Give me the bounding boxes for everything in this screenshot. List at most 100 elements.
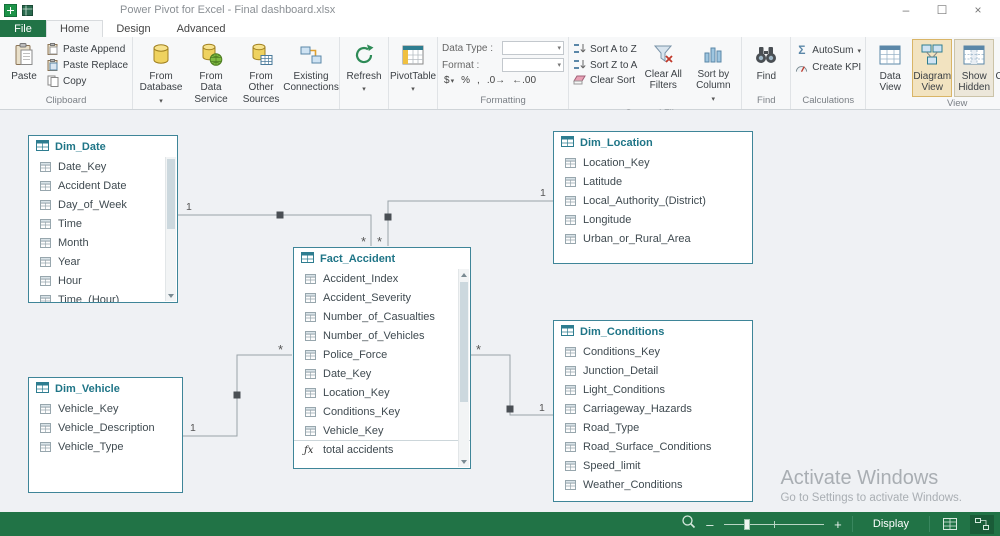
field-row[interactable]: Junction_Detail [554, 361, 752, 380]
field-row[interactable]: Location_Key [554, 153, 752, 172]
sort-a-to-z-button[interactable]: Sort A to Z [573, 43, 637, 55]
table-header[interactable]: Dim_Vehicle [29, 378, 182, 399]
field-row[interactable]: Day_of_Week [29, 195, 177, 214]
paste-replace-button[interactable]: Paste Replace [46, 59, 128, 71]
percent-format-button[interactable]: % [461, 75, 470, 86]
field-row[interactable]: Road_Type [554, 418, 752, 437]
pivottable-button[interactable]: PivotTable [390, 39, 436, 98]
zoom-slider[interactable] [723, 517, 824, 531]
vertical-scrollbar[interactable] [458, 269, 469, 467]
thousands-separator-button[interactable]: , [477, 75, 480, 86]
refresh-button[interactable]: Refresh [344, 39, 384, 98]
field-row[interactable]: Conditions_Key [554, 342, 752, 361]
table-header[interactable]: Dim_Location [554, 132, 752, 153]
increase-decimal-button[interactable]: ←.00 [512, 75, 536, 86]
scroll-up-button[interactable] [459, 269, 469, 280]
format-dropdown[interactable] [502, 58, 565, 72]
sort-z-to-a-button[interactable]: Sort Z to A [573, 59, 637, 71]
tab-advanced[interactable]: Advanced [164, 20, 239, 37]
table-dim-location[interactable]: Dim_Location Location_Key Latitude Local_A… [553, 131, 753, 264]
field-row[interactable]: Vehicle_Type [29, 437, 182, 456]
field-row[interactable]: Hour [29, 271, 177, 290]
vertical-scrollbar[interactable] [165, 157, 176, 301]
find-button[interactable]: Find [746, 39, 786, 85]
scroll-down-button[interactable] [459, 456, 469, 467]
table-dim-vehicle[interactable]: Dim_Vehicle Vehicle_Key Vehicle_Descripti… [28, 377, 183, 493]
autosum-button[interactable]: Σ AutoSum [795, 43, 861, 57]
field-row[interactable]: Time_(Hour) [29, 290, 177, 302]
table-header[interactable]: Dim_Conditions [554, 321, 752, 342]
field-row[interactable]: Accident_Index [294, 269, 470, 288]
field-row[interactable]: Light_Conditions [554, 380, 752, 399]
from-database-button[interactable]: From Database [137, 39, 185, 109]
from-other-sources-button[interactable]: From Other Sources [237, 39, 285, 108]
maximize-button[interactable]: ☐ [924, 3, 960, 17]
currency-format-button[interactable]: $ [444, 75, 454, 86]
field-row[interactable]: Accident Date [29, 176, 177, 195]
tab-home[interactable]: Home [46, 20, 104, 37]
calculation-area-button[interactable]: Calculation Area [995, 39, 1000, 97]
table-header[interactable]: Dim_Date [29, 136, 177, 157]
copy-button[interactable]: Copy [46, 75, 128, 87]
field-row[interactable]: Vehicle_Key [294, 421, 470, 440]
field-row[interactable]: Number_of_Vehicles [294, 326, 470, 345]
relationship-node[interactable] [233, 391, 241, 399]
create-kpi-button[interactable]: Create KPI [795, 61, 861, 73]
tab-file[interactable]: File [0, 20, 46, 37]
field-row[interactable]: Urban_or_Rural_Area [554, 229, 752, 248]
scroll-down-button[interactable] [166, 290, 176, 301]
field-row[interactable]: Location_Key [294, 383, 470, 402]
zoom-out-button[interactable]: – [704, 517, 716, 532]
field-row[interactable]: Longitude [554, 210, 752, 229]
field-row[interactable]: Accident_Severity [294, 288, 470, 307]
close-button[interactable]: × [960, 3, 996, 17]
data-view-button[interactable]: Data View [870, 39, 910, 97]
show-hidden-button[interactable]: Show Hidden [954, 39, 995, 97]
statusbar-diagram-view-button[interactable] [970, 514, 994, 534]
zoom-fit-icon[interactable] [681, 514, 696, 534]
field-row[interactable]: Time [29, 214, 177, 233]
field-row[interactable]: Vehicle_Key [29, 399, 182, 418]
field-row[interactable]: Road_Surface_Conditions [554, 437, 752, 456]
table-dim-conditions[interactable]: Dim_Conditions Conditions_Key Junction_De… [553, 320, 753, 502]
field-row[interactable]: Speed_limit [554, 456, 752, 475]
clear-sort-button[interactable]: Clear Sort [573, 75, 637, 86]
tab-design[interactable]: Design [103, 20, 163, 37]
field-row[interactable]: Date_Key [294, 364, 470, 383]
relationship-node[interactable] [276, 211, 284, 219]
diagram-canvas[interactable]: 1 * 1 * 1 * * 1 Dim_Date Date_Key Acciden… [0, 110, 1000, 512]
clear-all-filters-button[interactable]: Clear All Filters [639, 39, 687, 95]
field-row[interactable]: Month [29, 233, 177, 252]
zoom-in-button[interactable]: + [832, 517, 844, 532]
field-row[interactable]: Year [29, 252, 177, 271]
minimize-button[interactable]: – [888, 3, 924, 17]
relationship-node[interactable] [506, 405, 514, 413]
relationship-line[interactable] [387, 200, 553, 246]
data-type-dropdown[interactable] [502, 41, 565, 55]
field-row[interactable]: Vehicle_Description [29, 418, 182, 437]
field-row[interactable]: Conditions_Key [294, 402, 470, 421]
existing-connections-button[interactable]: Existing Connections [283, 39, 339, 97]
table-header[interactable]: Fact_Accident [294, 248, 470, 269]
field-row[interactable]: Police_Force [294, 345, 470, 364]
field-row[interactable]: Number_of_Casualties [294, 307, 470, 326]
table-fact-accident[interactable]: Fact_Accident Accident_Index Accident_Sev… [293, 247, 471, 469]
decrease-decimal-button[interactable]: .0→ [487, 75, 505, 86]
table-dim-date[interactable]: Dim_Date Date_Key Accident Date Day_of_Wee… [28, 135, 178, 303]
diagram-view-button[interactable]: Diagram View [912, 39, 953, 97]
paste-button[interactable]: Paste [4, 39, 44, 85]
field-row[interactable]: Local_Authority_(District) [554, 191, 752, 210]
from-data-service-button[interactable]: From Data Service [187, 39, 235, 120]
display-button[interactable]: Display [861, 518, 921, 530]
sort-by-column-button[interactable]: Sort by Column [689, 39, 737, 107]
field-row[interactable]: Weather_Conditions [554, 475, 752, 494]
field-row[interactable]: Carriageway_Hazards [554, 399, 752, 418]
zoom-slider-thumb[interactable] [743, 518, 750, 530]
relationship-node[interactable] [384, 213, 392, 221]
field-row[interactable]: Date_Key [29, 157, 177, 176]
measure-row[interactable]: ƒx total accidents [294, 440, 470, 459]
paste-append-button[interactable]: Paste Append [46, 43, 128, 55]
statusbar-data-view-button[interactable] [938, 515, 962, 534]
relationship-line[interactable] [178, 214, 372, 246]
field-row[interactable]: Latitude [554, 172, 752, 191]
